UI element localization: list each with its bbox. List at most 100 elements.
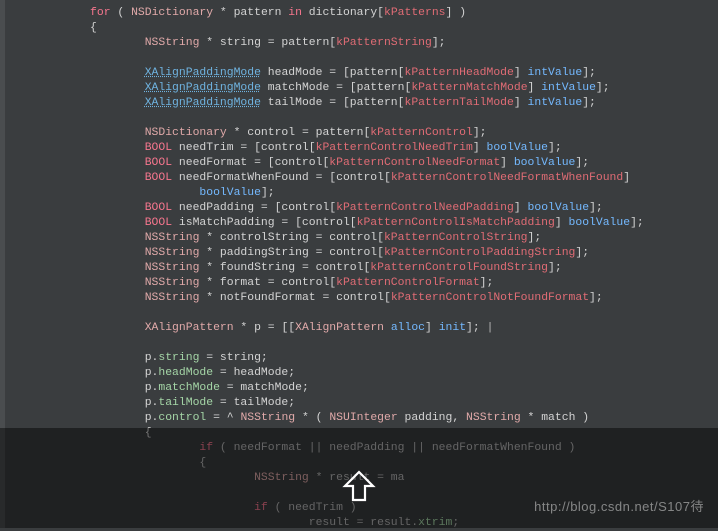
- token: BOOL: [145, 172, 172, 184]
- code-line: p.string = string;: [8, 351, 644, 366]
- token: ];: [575, 157, 589, 169]
- token: needFormatWhenFound = [control[: [172, 172, 391, 184]
- token: * (: [295, 412, 329, 424]
- token: NSUInteger: [329, 412, 397, 424]
- token: boolValue: [528, 202, 590, 214]
- token: = headMode;: [213, 367, 295, 379]
- token: XAlignPattern: [295, 322, 384, 334]
- token: needPadding = [control[: [172, 202, 336, 214]
- code-line: boolValue];: [8, 186, 644, 201]
- token: alloc: [391, 322, 425, 334]
- token: tailMode = [pattern[: [261, 97, 405, 109]
- token: intValue: [528, 67, 583, 79]
- token: ]: [623, 172, 637, 184]
- token: kPatternString: [336, 37, 432, 49]
- token: intValue: [541, 82, 596, 94]
- token: kPatternControlNotFoundFormat: [391, 292, 589, 304]
- token: ];: [528, 232, 542, 244]
- token: in: [288, 7, 302, 19]
- token: for: [90, 7, 111, 19]
- token: * control = pattern[: [227, 127, 371, 139]
- code-line: {: [8, 21, 644, 36]
- token: kPatterns: [384, 7, 446, 19]
- code-line: NSString * controlString = control[kPatt…: [8, 231, 644, 246]
- token: kPatternTailMode: [404, 97, 513, 109]
- token: matchMode: [158, 382, 220, 394]
- token: * string = pattern[: [199, 37, 336, 49]
- watermark: http://blog.csdn.net/S107待: [534, 499, 704, 514]
- token: ];: [548, 142, 562, 154]
- token: kPatternControlNeedTrim: [316, 142, 473, 154]
- token: ];: [589, 292, 603, 304]
- code-line: NSString * foundString = control[kPatter…: [8, 261, 644, 276]
- code-line: XAlignPaddingMode headMode = [pattern[kP…: [8, 66, 644, 81]
- token: NSString: [145, 247, 200, 259]
- token: ];: [261, 187, 275, 199]
- token: ]: [473, 142, 487, 154]
- code-line: NSString * paddingString = control[kPatt…: [8, 246, 644, 261]
- token: = string;: [199, 352, 267, 364]
- code-line: p.matchMode = matchMode;: [8, 381, 644, 396]
- code-line: BOOL needFormatWhenFound = [control[kPat…: [8, 171, 644, 186]
- token: ];: [473, 127, 487, 139]
- code-line: BOOL needFormat = [control[kPatternContr…: [8, 156, 644, 171]
- token: kPatternMatchMode: [411, 82, 527, 94]
- token: matchMode = [pattern[: [261, 82, 411, 94]
- token: = matchMode;: [220, 382, 309, 394]
- code-line: BOOL needPadding = [control[kPatternCont…: [8, 201, 644, 216]
- token: headMode: [158, 367, 213, 379]
- token: p.: [145, 367, 159, 379]
- token: XAlignPaddingMode: [145, 97, 261, 109]
- token: NSString: [466, 412, 521, 424]
- token: * format = control[: [199, 277, 336, 289]
- token: ];: [582, 67, 596, 79]
- token: kPatternControlIsMatchPadding: [357, 217, 555, 229]
- token: ]: [514, 97, 528, 109]
- token: ]: [555, 217, 569, 229]
- token: p.: [145, 412, 159, 424]
- token: |: [487, 322, 494, 334]
- code-line: BOOL needTrim = [control[kPatternControl…: [8, 141, 644, 156]
- token: needTrim = [control[: [172, 142, 316, 154]
- code-line: [8, 51, 644, 66]
- code-line: for ( NSDictionary * pattern in dictiona…: [8, 6, 644, 21]
- token: * match ): [521, 412, 589, 424]
- up-arrow-icon[interactable]: [341, 468, 377, 510]
- token: * notFoundFormat = control[: [199, 292, 390, 304]
- token: * controlString = control[: [199, 232, 384, 244]
- token: NSString: [145, 37, 200, 49]
- token: ];: [630, 217, 644, 229]
- token: XAlignPattern: [145, 322, 234, 334]
- code-line: NSString * format = control[kPatternCont…: [8, 276, 644, 291]
- token: ]: [528, 82, 542, 94]
- token: BOOL: [145, 217, 172, 229]
- token: init: [439, 322, 466, 334]
- token: NSString: [145, 277, 200, 289]
- token: kPatternControlFoundString: [370, 262, 548, 274]
- token: ];: [596, 82, 610, 94]
- token: ] ): [446, 7, 467, 19]
- token: ]: [514, 202, 528, 214]
- token: ];: [432, 37, 446, 49]
- token: boolValue: [487, 142, 549, 154]
- token: = tailMode;: [213, 397, 295, 409]
- token: p.: [145, 397, 159, 409]
- token: string: [158, 352, 199, 364]
- code-line: BOOL isMatchPadding = [control[kPatternC…: [8, 216, 644, 231]
- token: ];: [582, 97, 596, 109]
- token: ];: [466, 322, 487, 334]
- code-line: p.control = ^ NSString * ( NSUInteger pa…: [8, 411, 644, 426]
- token: kPatternControlNeedFormat: [329, 157, 500, 169]
- token: needFormat = [control[: [172, 157, 329, 169]
- code-line: [8, 111, 644, 126]
- token: headMode = [pattern[: [261, 67, 405, 79]
- token: NSString: [145, 232, 200, 244]
- token: control: [158, 412, 206, 424]
- token: p.: [145, 352, 159, 364]
- code-line: NSDictionary * control = pattern[kPatter…: [8, 126, 644, 141]
- token: (: [111, 7, 132, 19]
- code-line: NSString * string = pattern[kPatternStri…: [8, 36, 644, 51]
- code-line: XAlignPaddingMode tailMode = [pattern[kP…: [8, 96, 644, 111]
- token: BOOL: [145, 202, 172, 214]
- code-line: XAlignPattern * p = [[XAlignPattern allo…: [8, 321, 644, 336]
